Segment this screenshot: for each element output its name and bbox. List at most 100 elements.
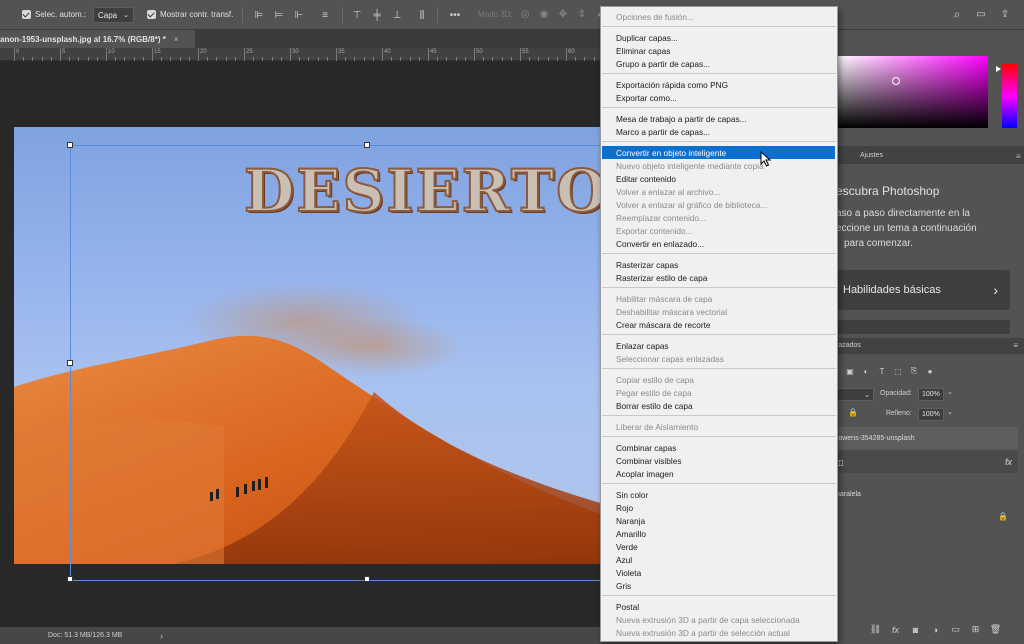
show-transform-checkbox[interactable]: Mostrar contr. transf. [147,10,233,19]
share-icon[interactable]: ⇪ [998,7,1012,21]
layer-row[interactable]: ◫ fx [836,451,1018,473]
filter-adjustment-icon[interactable]: ◐ [861,366,871,376]
menu-item: Pegar estilo de capa [616,387,692,398]
auto-select-dropdown[interactable]: Capa ⌄ [93,7,134,23]
menu-item[interactable]: Editar contenido [601,172,837,185]
new-layer-icon[interactable]: ⊞ [970,624,981,635]
menu-item[interactable]: Crear máscara de recorte [601,318,837,331]
filter-pixel-icon[interactable]: ▣ [845,366,855,376]
more-options-button[interactable]: ••• [448,8,462,22]
menu-item[interactable]: Rojo [601,501,837,514]
search-icon[interactable]: ⌕ [950,7,964,21]
align-center-icon[interactable]: ⊨ [272,8,286,22]
transform-handle[interactable] [67,360,73,366]
hue-slider-marker[interactable] [996,66,1001,72]
filter-shape-icon[interactable]: ⬚ [893,366,903,376]
opacity-input[interactable]: 100% [918,388,944,401]
menu-separator [602,415,836,416]
layer-effect-row[interactable]: paralela [836,483,1018,505]
blend-mode-select[interactable]: ⌄ [836,388,874,401]
learn-card-next[interactable] [836,320,1010,334]
menu-item[interactable]: Verde [601,540,837,553]
ruler-tick [198,48,199,61]
workspace-icon[interactable]: ▭ [974,7,988,21]
lock-icon[interactable]: 🔒 [848,408,858,417]
tab-ajustes[interactable]: Ajustes [860,147,883,163]
align-middle-icon[interactable]: ╪ [370,8,384,22]
menu-item[interactable]: Exportar como... [601,91,837,104]
chevron-down-icon[interactable]: ⌄ [947,388,953,396]
menu-item[interactable]: Duplicar capas... [601,31,837,44]
menu-item[interactable]: Grupo a partir de capas... [601,57,837,70]
adjustment-icon[interactable]: ◑ [930,624,941,635]
menu-item[interactable]: Combinar visibles [601,454,837,467]
filter-type-icon[interactable]: T [877,366,887,376]
color-picker-field[interactable] [836,56,988,128]
menu-item[interactable]: Postal [601,600,837,613]
link-icon[interactable]: ⛓ [870,624,881,635]
menu-item[interactable]: Gris [601,579,837,592]
menu-item[interactable]: Exportación rápida como PNG [601,78,837,91]
chevron-down-icon[interactable]: ⌄ [947,408,953,416]
align-bottom-icon[interactable]: ⊥ [390,8,404,22]
lock-icon: 🔒 [998,511,1008,521]
menu-item[interactable]: Convertir en enlazado... [601,237,837,250]
layer-row[interactable]: -owens-354285-unsplash [836,427,1018,449]
trash-icon[interactable]: 🗑 [990,624,1001,635]
panel-menu-icon[interactable]: ≡ [1013,341,1018,350]
menu-item[interactable]: Amarillo [601,527,837,540]
color-picker-marker[interactable] [892,77,900,85]
menu-item[interactable]: Convertir en objeto inteligente [602,146,835,159]
pan-3d-icon[interactable]: ✥ [556,7,570,21]
menu-item[interactable]: Borrar estilo de capa [601,399,837,412]
menu-item[interactable]: Combinar capas [601,441,837,454]
layer-row[interactable]: 🔒 [836,505,1018,527]
panel-menu-icon[interactable]: ≡ [1016,152,1021,161]
filter-smart-object-icon[interactable]: ⎘ [909,366,919,376]
align-right-icon[interactable]: ⊩ [292,8,306,22]
menu-item[interactable]: Mesa de trabajo a partir de capas... [601,112,837,125]
learn-card-basic-skills[interactable]: Habilidades básicas › [836,270,1010,310]
mask-icon[interactable]: ◙ [910,624,921,635]
menu-item[interactable]: Rasterizar capas [601,258,837,271]
transform-handle[interactable] [67,142,73,148]
transform-bounding-box[interactable] [67,142,610,582]
transform-handle[interactable] [67,576,73,582]
menu-item[interactable]: Marco a partir de capas... [601,125,837,138]
orbit-3d-icon[interactable]: ◎ [518,7,532,21]
menu-item: Liberar de Aislamiento [616,421,699,432]
menu-item: Volver a enlazar al archivo... [616,186,721,197]
menu-item[interactable]: Violeta [601,566,837,579]
transform-handle[interactable] [364,142,370,148]
roll-3d-icon[interactable]: ◉ [537,7,551,21]
auto-select-checkbox[interactable]: Selec. autom.: [22,10,86,19]
menu-item[interactable]: Sin color [601,488,837,501]
align-left-icon[interactable]: ⊫ [252,8,266,22]
menu-item[interactable]: Enlazar capas [601,339,837,352]
layer-effects-icon[interactable]: fx [1005,457,1012,467]
hue-slider[interactable] [1002,64,1017,128]
menu-item: Exportar contenido... [616,225,693,236]
filter-toggle-icon[interactable]: ● [925,366,935,376]
menu-item[interactable]: Acoplar imagen [601,467,837,480]
distribute-icon[interactable]: ≡ [318,8,332,22]
menu-item[interactable]: Eliminar capas [601,44,837,57]
status-arrow-icon[interactable]: › [160,631,163,641]
menu-separator [602,141,836,142]
fill-input[interactable]: 100% [918,408,944,421]
slide-3d-icon[interactable]: ⇕ [575,7,589,21]
close-tab-icon[interactable]: × [174,35,179,44]
distribute-vertical-icon[interactable]: ⫼ [415,8,429,22]
transform-handle[interactable] [364,576,370,582]
align-top-icon[interactable]: ⊤ [350,8,364,22]
menu-item[interactable]: Azul [601,553,837,566]
menu-item: Reemplazar contenido... [616,212,706,223]
document-tab[interactable]: anon-1953-unsplash.jpg al 16.7% (RGB/8*)… [0,30,195,48]
menu-item: Copiar estilo de capa [616,374,694,385]
menu-item[interactable]: Naranja [601,514,837,527]
tab-paths[interactable]: razados [836,342,861,349]
fx-icon[interactable]: fx [890,624,901,635]
layer-filter-icons: ▣ ◐ T ⬚ ⎘ ● [845,366,935,376]
menu-item[interactable]: Rasterizar estilo de capa [601,271,837,284]
folder-icon[interactable]: ▭ [950,624,961,635]
